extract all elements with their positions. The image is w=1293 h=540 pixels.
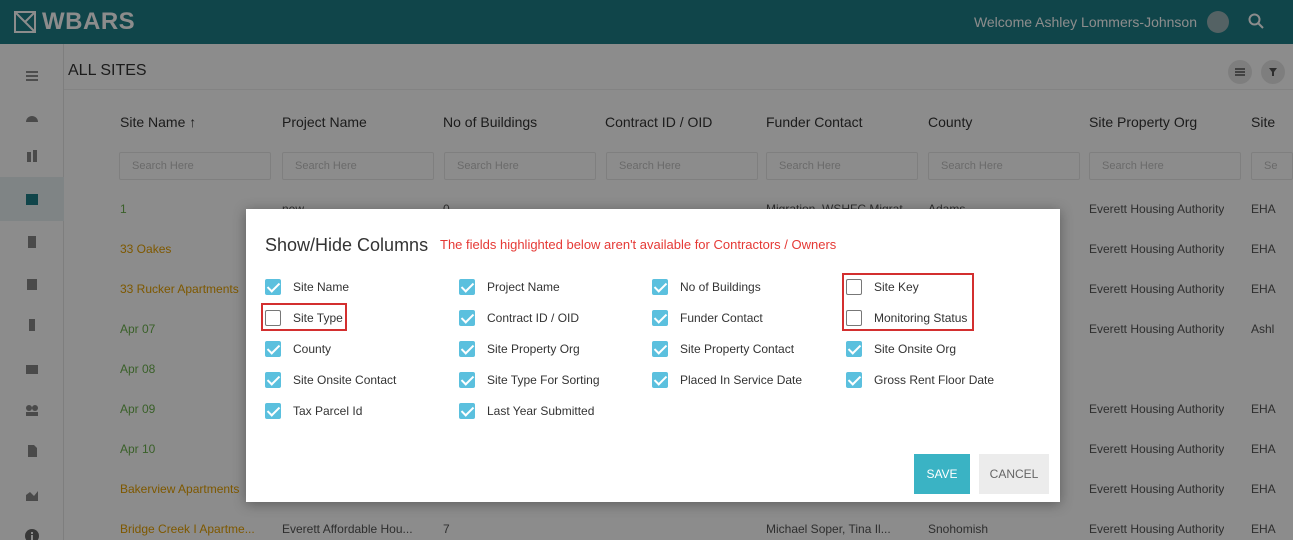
checkbox-checked-icon[interactable] [459, 341, 475, 357]
column-option-placed-in-service-date[interactable]: Placed In Service Date [652, 371, 802, 389]
option-label: Placed In Service Date [680, 373, 803, 387]
option-label: Site Onsite Contact [293, 373, 397, 387]
column-option-gross-rent-floor-date[interactable]: Gross Rent Floor Date [846, 371, 994, 389]
checkbox-checked-icon[interactable] [459, 310, 475, 326]
option-label: Site Name [293, 280, 350, 294]
checkbox-checked-icon[interactable] [652, 341, 668, 357]
option-label: Site Property Contact [680, 342, 795, 356]
column-option-contract-id-oid[interactable]: Contract ID / OID [459, 309, 579, 327]
checkbox-checked-icon[interactable] [846, 341, 862, 357]
option-label: Project Name [487, 280, 560, 294]
option-label: Tax Parcel Id [293, 404, 363, 418]
option-label: No of Buildings [680, 280, 761, 294]
checkbox-checked-icon[interactable] [652, 279, 668, 295]
checkbox-checked-icon[interactable] [459, 372, 475, 388]
cancel-button[interactable]: CANCEL [979, 454, 1049, 494]
save-button[interactable]: SAVE [914, 454, 970, 494]
option-label: Contract ID / OID [487, 311, 580, 325]
column-option-county[interactable]: County [265, 340, 331, 358]
checkbox-checked-icon[interactable] [652, 372, 668, 388]
column-option-project-name[interactable]: Project Name [459, 278, 560, 296]
restricted-highlight [842, 273, 974, 331]
option-label: Site Type For Sorting [487, 373, 600, 387]
option-label: Last Year Submitted [487, 404, 595, 418]
checkbox-checked-icon[interactable] [265, 403, 281, 419]
checkbox-checked-icon[interactable] [265, 341, 281, 357]
column-option-site-onsite-org[interactable]: Site Onsite Org [846, 340, 956, 358]
checkbox-checked-icon[interactable] [846, 372, 862, 388]
column-option-site-property-contact[interactable]: Site Property Contact [652, 340, 794, 358]
option-label: Site Onsite Org [874, 342, 957, 356]
column-option-no-of-buildings[interactable]: No of Buildings [652, 278, 761, 296]
dialog-warning: The fields highlighted below aren't avai… [440, 237, 837, 252]
column-option-site-type-for-sorting[interactable]: Site Type For Sorting [459, 371, 600, 389]
option-label: County [293, 342, 332, 356]
checkbox-checked-icon[interactable] [459, 279, 475, 295]
option-label: Site Property Org [487, 342, 580, 356]
option-label: Funder Contact [680, 311, 763, 325]
checkbox-checked-icon[interactable] [652, 310, 668, 326]
checkbox-checked-icon[interactable] [265, 279, 281, 295]
column-option-last-year-submitted[interactable]: Last Year Submitted [459, 402, 594, 420]
column-option-site-onsite-contact[interactable]: Site Onsite Contact [265, 371, 396, 389]
checkbox-checked-icon[interactable] [265, 372, 281, 388]
checkbox-checked-icon[interactable] [459, 403, 475, 419]
column-option-tax-parcel-id[interactable]: Tax Parcel Id [265, 402, 362, 420]
dialog-title: Show/Hide Columns [265, 235, 429, 255]
column-option-site-name[interactable]: Site Name [265, 278, 349, 296]
restricted-highlight [261, 303, 347, 331]
column-option-funder-contact[interactable]: Funder Contact [652, 309, 763, 327]
column-option-site-property-org[interactable]: Site Property Org [459, 340, 580, 358]
show-hide-columns-dialog: Show/Hide Columns The fields highlighted… [246, 209, 1060, 502]
option-label: Gross Rent Floor Date [874, 373, 995, 387]
